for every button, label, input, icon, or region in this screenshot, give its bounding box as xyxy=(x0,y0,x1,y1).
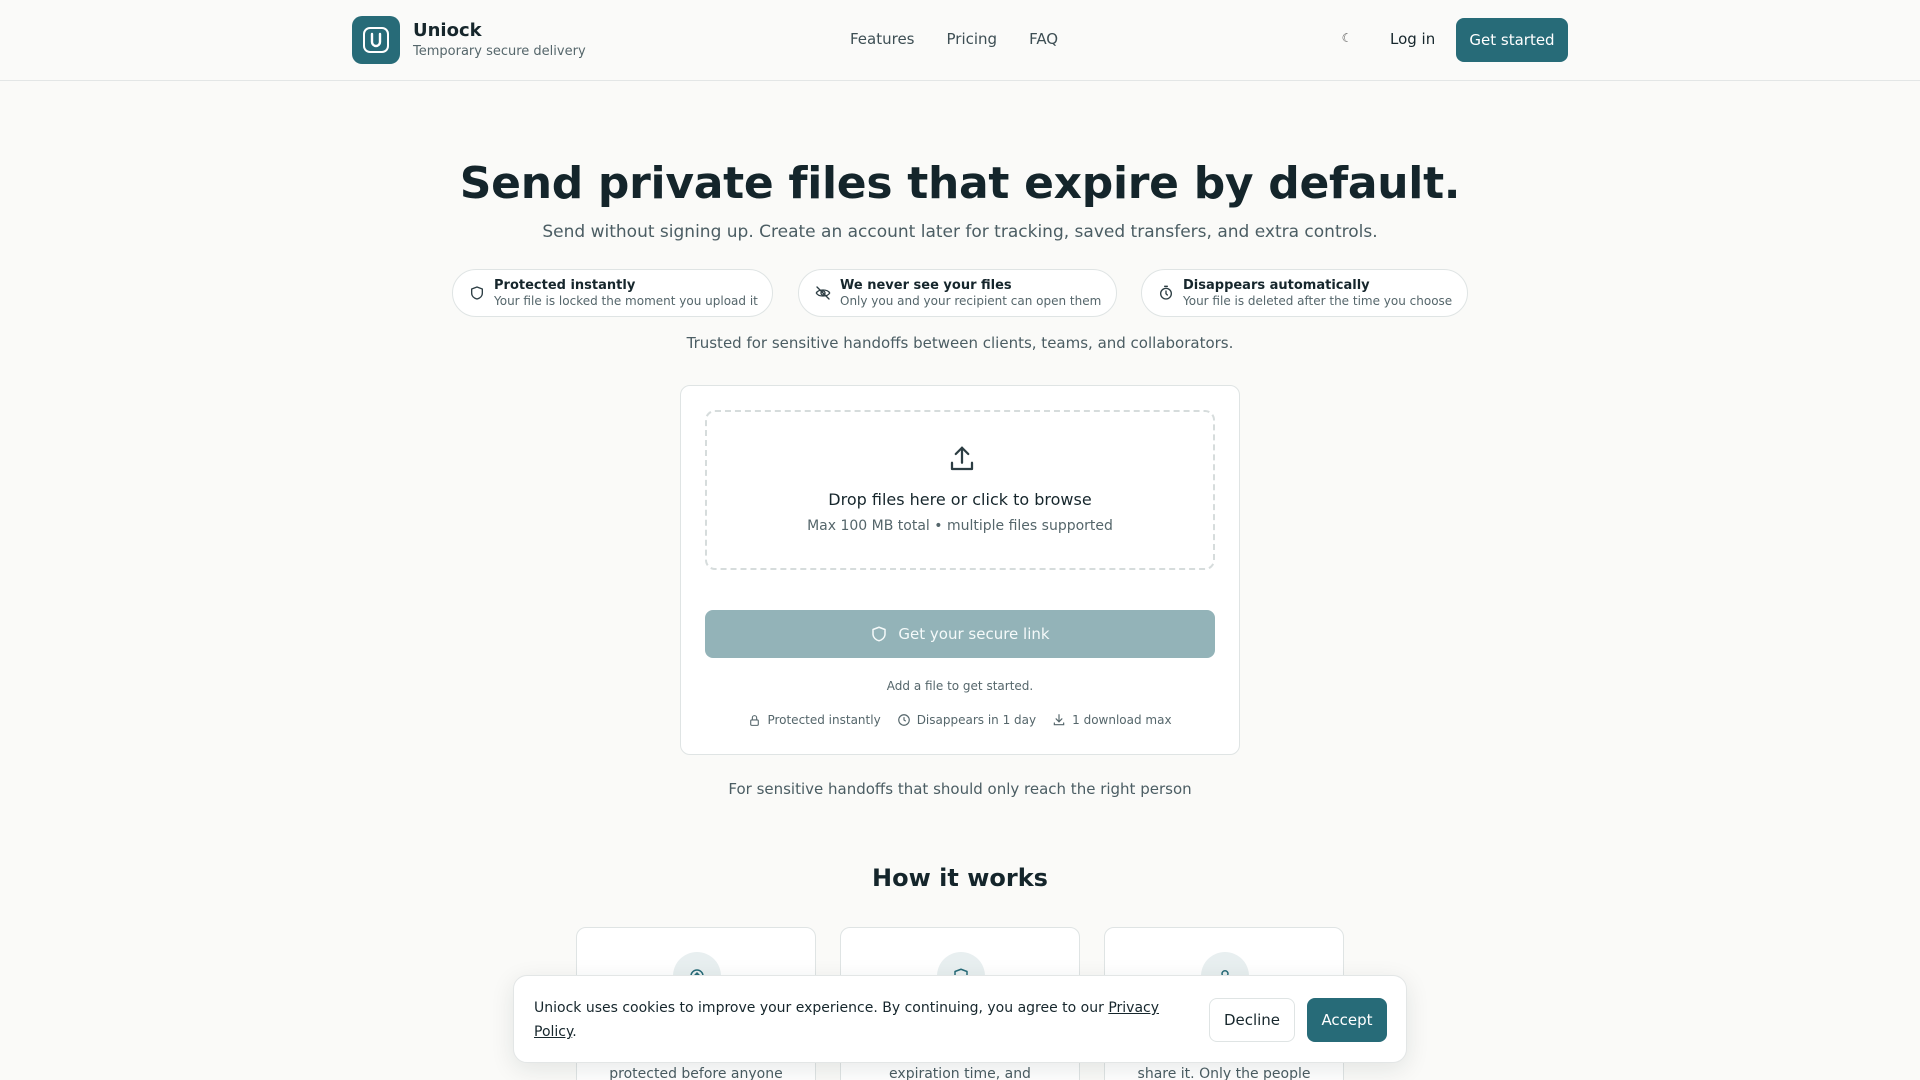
cookie-message: Uniock uses cookies to improve your expe… xyxy=(534,1000,1109,1016)
get-secure-link-button[interactable]: Get your secure link xyxy=(705,610,1215,658)
feature-desc: Your file is locked the moment you uploa… xyxy=(494,293,758,308)
brand-name: Uniock xyxy=(413,19,482,41)
upload-card: Drop files here or click to browse Max 1… xyxy=(680,385,1240,755)
feature-title: We never see your files xyxy=(840,277,1012,293)
file-dropzone[interactable]: Drop files here or click to browse Max 1… xyxy=(705,410,1215,570)
feature-title: Protected instantly xyxy=(494,277,636,293)
brand-tagline: Temporary secure delivery xyxy=(413,43,586,59)
meta-label: Disappears in 1 day xyxy=(916,713,1037,727)
lock-icon xyxy=(750,714,760,726)
cookie-period: . xyxy=(572,1024,577,1040)
shield-icon xyxy=(872,626,887,642)
timer-icon xyxy=(1160,285,1172,300)
feature-title: Disappears automatically xyxy=(1183,277,1370,293)
trusted-note: Trusted for sensitive handoffs between c… xyxy=(686,334,1234,352)
feature-pill-protected: Protected instantly Your file is locked … xyxy=(452,269,773,317)
clock-icon xyxy=(897,714,910,726)
upload-hint: Add a file to get started. xyxy=(886,679,1034,693)
page-title: Send private files that expire by defaul… xyxy=(459,158,1461,209)
site-header: Uniock Temporary secure delivery Feature… xyxy=(0,0,1920,81)
step-text: protected before anyone xyxy=(609,1066,783,1080)
login-link[interactable]: Log in xyxy=(1390,30,1435,48)
decline-button[interactable]: Decline xyxy=(1209,998,1295,1042)
meta-protected: Protected instantly xyxy=(748,713,881,727)
meta-expiry[interactable]: Disappears in 1 day xyxy=(897,713,1036,727)
upload-icon xyxy=(950,446,974,471)
meta-downloads[interactable]: 1 download max xyxy=(1052,713,1172,727)
secure-link-label: Get your secure link xyxy=(898,625,1050,643)
hero-subtitle: Send without signing up. Create an accou… xyxy=(542,222,1378,242)
step-text: share it. Only the people xyxy=(1137,1066,1311,1080)
meta-label: 1 download max xyxy=(1072,713,1172,727)
brand[interactable]: Uniock Temporary secure delivery xyxy=(352,16,586,64)
dropzone-subtitle: Max 100 MB total • multiple files suppor… xyxy=(807,518,1113,534)
dropzone-title: Drop files here or click to browse xyxy=(828,490,1092,509)
shield-icon xyxy=(471,286,483,300)
nav-pricing[interactable]: Pricing xyxy=(947,30,998,48)
nav-features[interactable]: Features xyxy=(850,30,915,48)
moon-icon[interactable]: ☾ xyxy=(1339,31,1355,45)
handoff-note: For sensitive handoffs that should only … xyxy=(728,780,1192,798)
meta-label: Protected instantly xyxy=(767,713,881,727)
feature-pill-expires: Disappears automatically Your file is de… xyxy=(1141,269,1468,317)
nav-faq[interactable]: FAQ xyxy=(1029,30,1058,48)
main-nav: Features Pricing FAQ xyxy=(850,30,1058,48)
feature-desc: Your file is deleted after the time you … xyxy=(1183,293,1453,308)
how-it-works-title: How it works xyxy=(872,864,1048,892)
eye-off-icon xyxy=(815,286,831,300)
feature-desc: Only you and your recipient can open the… xyxy=(840,293,1102,308)
feature-pill-private: We never see your files Only you and you… xyxy=(798,269,1117,317)
download-icon xyxy=(1053,714,1065,726)
transfer-settings: Protected instantly Disappears in 1 day … xyxy=(681,713,1239,727)
cookie-banner: Uniock uses cookies to improve your expe… xyxy=(513,975,1407,1063)
step-text: expiration time, and xyxy=(889,1066,1031,1080)
lock-u-icon xyxy=(352,16,400,64)
cookie-text: Uniock uses cookies to improve your expe… xyxy=(534,996,1174,1044)
get-started-button[interactable]: Get started xyxy=(1456,18,1568,62)
accept-button[interactable]: Accept xyxy=(1307,998,1387,1042)
